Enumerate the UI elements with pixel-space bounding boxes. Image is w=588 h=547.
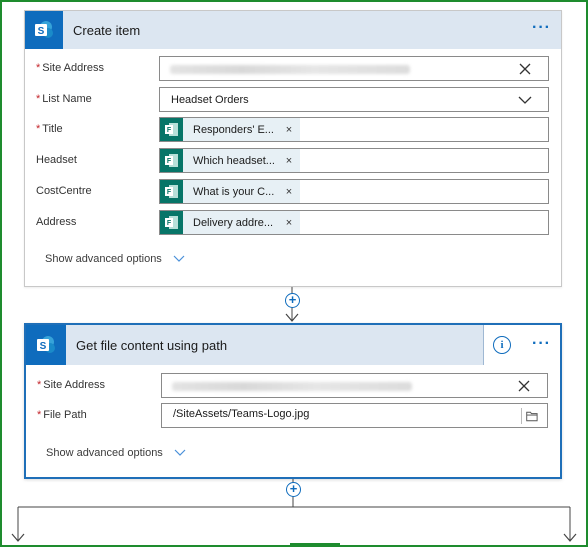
folder-icon[interactable] [521,408,539,424]
sharepoint-icon: S [25,11,63,49]
required-mark: * [37,379,42,391]
costcentre-field[interactable]: F What is your C... × [159,179,549,204]
file-path-row: * File Path /SiteAssets/Teams-Logo.jpg [26,403,560,429]
site-address-redacted-value [170,65,410,74]
svg-text:F: F [167,220,172,227]
add-step-button[interactable]: + [285,293,300,308]
file-path-label-text: File Path [43,409,87,421]
show-advanced-options-link[interactable]: Show advanced options [45,253,185,265]
create-item-more-menu[interactable]: ··· [532,20,551,36]
token-remove-icon[interactable]: × [278,186,300,198]
address-label: Address [36,216,77,228]
chevron-down-icon [174,449,186,456]
chevron-down-icon[interactable] [518,94,532,106]
required-mark: * [36,123,41,135]
header-actions: i ··· [484,325,560,365]
token-label: What is your C... [193,185,275,198]
required-mark: * [37,409,42,421]
svg-text:F: F [167,127,172,134]
required-mark: * [36,93,41,105]
site-address-row: * Site Address [25,56,561,82]
show-advanced-options-label: Show advanced options [45,253,162,265]
show-advanced-options-link[interactable]: Show advanced options [46,447,186,459]
site-address-label: * Site Address [37,379,105,391]
token-label: Responders' E... [193,123,274,136]
title-label: * Title [36,123,63,135]
token-label: Which headset... [193,154,275,167]
clear-icon[interactable] [518,62,532,76]
dynamic-content-token[interactable]: F Responders' E... × [160,118,300,141]
create-item-header[interactable]: S Create item ··· [25,11,561,49]
site-address-field[interactable] [161,373,548,398]
headset-field[interactable]: F Which headset... × [159,148,549,173]
file-path-field[interactable]: /SiteAssets/Teams-Logo.jpg [161,403,548,428]
file-path-label: * File Path [37,409,87,421]
costcentre-row: CostCentre F What is your C... × [25,179,561,205]
list-name-label: * List Name [36,93,92,105]
site-address-redacted-value [172,382,412,391]
list-name-value: Headset Orders [171,94,249,106]
clear-icon[interactable] [517,379,531,393]
headset-label: Headset [36,154,77,166]
list-name-dropdown[interactable]: Headset Orders [159,87,549,112]
address-field[interactable]: F Delivery addre... × [159,210,549,235]
file-path-value: /SiteAssets/Teams-Logo.jpg [173,408,310,420]
list-name-row: * List Name Headset Orders [25,87,561,113]
token-remove-icon[interactable]: × [278,217,300,229]
forms-icon: F [160,211,183,234]
dynamic-content-token[interactable]: F Which headset... × [160,149,300,172]
get-file-content-card: S Get file content using path i ··· * Sit… [24,323,562,479]
forms-icon: F [160,118,183,141]
svg-text:S: S [40,341,47,352]
dynamic-content-token[interactable]: F Delivery addre... × [160,211,300,234]
title-field[interactable]: F Responders' E... × [159,117,549,142]
get-file-content-title: Get file content using path [76,338,228,353]
forms-icon: F [160,149,183,172]
site-address-row: * Site Address [26,373,560,399]
list-name-label-text: List Name [42,93,92,105]
site-address-label-text: Site Address [43,379,106,391]
create-item-title: Create item [73,23,141,38]
create-item-card: S Create item ··· * Site Address * List Na… [24,10,562,287]
costcentre-label: CostCentre [36,185,92,197]
site-address-label: * Site Address [36,62,104,74]
show-advanced-options-label: Show advanced options [46,447,163,459]
title-label-text: Title [42,123,63,135]
chevron-down-icon [173,255,185,262]
headset-row: Headset F Which headset... × [25,148,561,174]
site-address-field[interactable] [159,56,549,81]
token-remove-icon[interactable]: × [278,124,300,136]
sharepoint-icon: S [26,325,66,365]
token-label: Delivery addre... [193,216,274,229]
info-icon[interactable]: i [493,336,511,354]
dynamic-content-token[interactable]: F What is your C... × [160,180,300,203]
add-step-button[interactable]: + [286,482,301,497]
required-mark: * [36,62,41,74]
svg-text:F: F [167,158,172,165]
site-address-label-text: Site Address [42,62,105,74]
token-remove-icon[interactable]: × [278,155,300,167]
address-row: Address F Delivery addre... × [25,210,561,236]
title-row: * Title F Responders' E... × [25,117,561,143]
get-file-more-menu[interactable]: ··· [532,336,551,352]
forms-icon: F [160,180,183,203]
get-file-content-header[interactable]: S Get file content using path [26,325,484,365]
svg-text:S: S [38,26,45,37]
svg-text:F: F [167,189,172,196]
